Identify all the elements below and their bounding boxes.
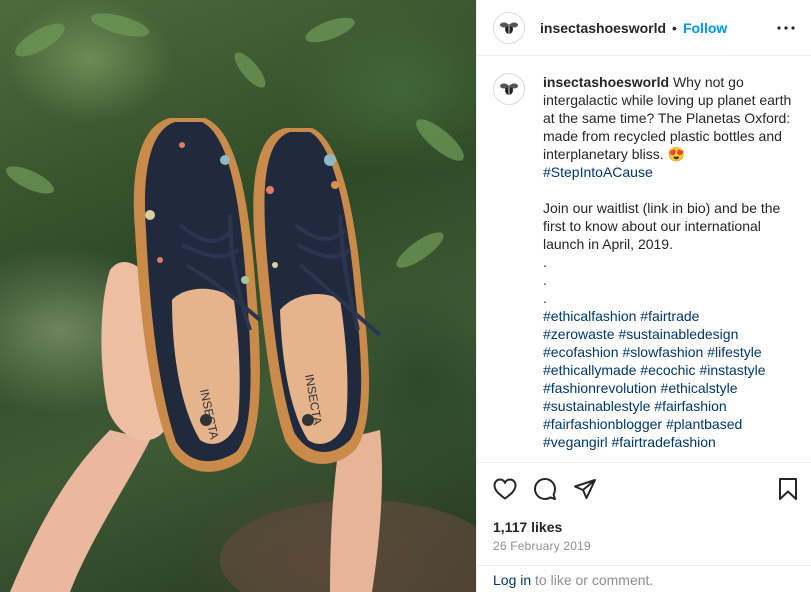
login-prompt-text: to like or comment. — [531, 572, 654, 588]
caption-dot: . — [543, 272, 547, 288]
bookmark-icon[interactable] — [774, 475, 802, 503]
post-header: insectashoesworld • Follow — [477, 0, 811, 56]
hashtag[interactable]: #ecofashion — [543, 344, 619, 360]
hashtag[interactable]: #ethicallymade — [543, 362, 636, 378]
separator-dot: • — [672, 19, 677, 36]
caption-dot: . — [543, 254, 547, 270]
hashtag[interactable]: #fairfashion — [654, 398, 726, 414]
post-date: 26 February 2019 — [493, 539, 591, 553]
action-icons-row — [477, 463, 811, 515]
caption-dot: . — [543, 290, 547, 306]
login-link[interactable]: Log in — [493, 572, 531, 588]
hashtag[interactable]: #instastyle — [699, 362, 765, 378]
hashtag[interactable]: #slowfashion — [622, 344, 703, 360]
shoes-illustration: INSECTA INSECTA — [6, 13, 476, 592]
caption-text: insectashoesworld Why not go intergalact… — [543, 73, 793, 462]
hashtag[interactable]: #fairfashionblogger — [543, 416, 662, 432]
hashtag[interactable]: #ethicalstyle — [661, 380, 738, 396]
hashtag[interactable]: #fashionrevolution — [543, 380, 657, 396]
caption-username[interactable]: insectashoesworld — [543, 74, 669, 90]
bee-logo-icon[interactable] — [493, 73, 525, 105]
hashtag[interactable]: #zerowaste — [543, 326, 615, 342]
hashtag[interactable]: #fairtradefashion — [612, 434, 716, 450]
hashtag[interactable]: #ecochic — [640, 362, 695, 378]
heart-icon[interactable] — [491, 475, 519, 503]
hashtag[interactable]: #fairtrade — [640, 308, 699, 324]
hashtag[interactable]: #vegangirl — [543, 434, 608, 450]
share-icon[interactable] — [571, 475, 599, 503]
follow-button[interactable]: Follow — [683, 20, 727, 36]
more-icon[interactable] — [777, 25, 795, 30]
post-panel: insectashoesworld • Follow insectashoesw… — [476, 0, 811, 592]
hashtag[interactable]: #ethicalfashion — [543, 308, 636, 324]
caption-area: insectashoesworld Why not go intergalact… — [477, 57, 811, 462]
post-photo[interactable]: INSECTA INSECTA — [0, 0, 476, 592]
comment-icon[interactable] — [531, 475, 559, 503]
bee-logo-icon[interactable] — [493, 11, 525, 44]
hashtag[interactable]: #lifestyle — [707, 344, 761, 360]
hashtag[interactable]: #sustainabledesign — [618, 326, 738, 342]
caption-paragraph: Join our waitlist (link in bio) and be t… — [543, 200, 781, 252]
likes-count[interactable]: 1,117 likes — [477, 515, 811, 535]
hashtag[interactable]: #sustainablestyle — [543, 398, 650, 414]
hashtag[interactable]: #plantbased — [666, 416, 742, 432]
post-actions: 1,117 likes 26 February 2019 — [477, 462, 811, 553]
login-bar: Log in to like or comment. — [477, 565, 811, 592]
post-username[interactable]: insectashoesworld — [540, 20, 666, 36]
hashtag[interactable]: #StepIntoACause — [543, 164, 653, 180]
